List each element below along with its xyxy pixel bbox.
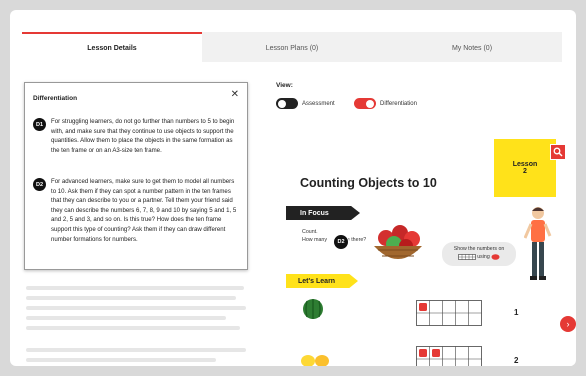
ten-frame-row-1 xyxy=(416,300,482,326)
lesson-slide: Lesson 2 Counting Objects to 10 In Focus… xyxy=(286,124,576,366)
assessment-toggle[interactable]: Assessment xyxy=(276,98,335,109)
magnify-icon[interactable] xyxy=(550,144,566,160)
tab-my-notes[interactable]: My Notes (0) xyxy=(382,32,562,62)
differentiation-popup: Differentiation ✕ D1 For struggling lear… xyxy=(24,82,248,270)
assessment-label: Assessment xyxy=(302,100,335,107)
apple-icon xyxy=(491,253,500,260)
d2-text: For advanced learners, make sure to get … xyxy=(51,178,237,243)
d2-marker[interactable]: D2 xyxy=(333,234,349,250)
d2-badge: D2 xyxy=(33,178,46,191)
bubble-line-2: using xyxy=(477,254,490,260)
lesson-details-column: Differentiation ✕ D1 For struggling lear… xyxy=(22,62,262,366)
lesson-label: Lesson xyxy=(512,161,538,168)
close-icon[interactable]: ✕ xyxy=(231,89,239,100)
tab-lesson-plans[interactable]: Lesson Plans (0) xyxy=(202,32,382,62)
row-2-number: 2 xyxy=(514,356,519,365)
apple-basket-image xyxy=(374,225,422,259)
ten-frame-icon xyxy=(458,253,476,260)
child-character-image xyxy=(524,207,552,280)
in-focus-banner: In Focus xyxy=(286,206,360,220)
watermelon-image xyxy=(303,299,323,319)
assessment-switch[interactable] xyxy=(276,98,298,109)
next-slide-button[interactable]: › xyxy=(560,316,576,332)
focus-line-1: Count. xyxy=(302,229,318,235)
lets-learn-banner: Let's Learn xyxy=(286,274,358,288)
slide-title: Counting Objects to 10 xyxy=(300,176,437,190)
differentiation-label: Differentiation xyxy=(380,100,417,107)
differentiation-entry-d1: D1 For struggling learners, do not go fu… xyxy=(33,117,238,155)
slide-preview-area: View: Assessment Differentiation Lesson … xyxy=(272,82,576,366)
d1-badge: D1 xyxy=(33,118,46,131)
tab-bar: Lesson Details Lesson Plans (0) My Notes… xyxy=(22,32,562,62)
ten-frame-row-2 xyxy=(416,346,482,366)
speech-bubble: Show the numbers on using xyxy=(442,242,516,266)
lesson-number-box: Lesson 2 xyxy=(494,139,556,197)
view-label: View: xyxy=(276,82,293,89)
chevron-right-icon: › xyxy=(566,319,570,329)
popup-title: Differentiation xyxy=(33,95,78,102)
d1-text: For struggling learners, do not go furth… xyxy=(51,118,235,154)
differentiation-entry-d2: D2 For advanced learners, make sure to g… xyxy=(33,177,238,244)
app-window: Lesson Details Lesson Plans (0) My Notes… xyxy=(10,10,576,366)
focus-line-2a: How many xyxy=(302,237,328,243)
row-1-number: 1 xyxy=(514,308,519,317)
lesson-number: 2 xyxy=(523,168,527,175)
tab-lesson-details[interactable]: Lesson Details xyxy=(22,32,202,62)
differentiation-toggle[interactable]: Differentiation xyxy=(354,98,417,109)
lemons-image xyxy=(301,355,329,366)
differentiation-switch[interactable] xyxy=(354,98,376,109)
bubble-line-1: Show the numbers on xyxy=(453,246,505,252)
